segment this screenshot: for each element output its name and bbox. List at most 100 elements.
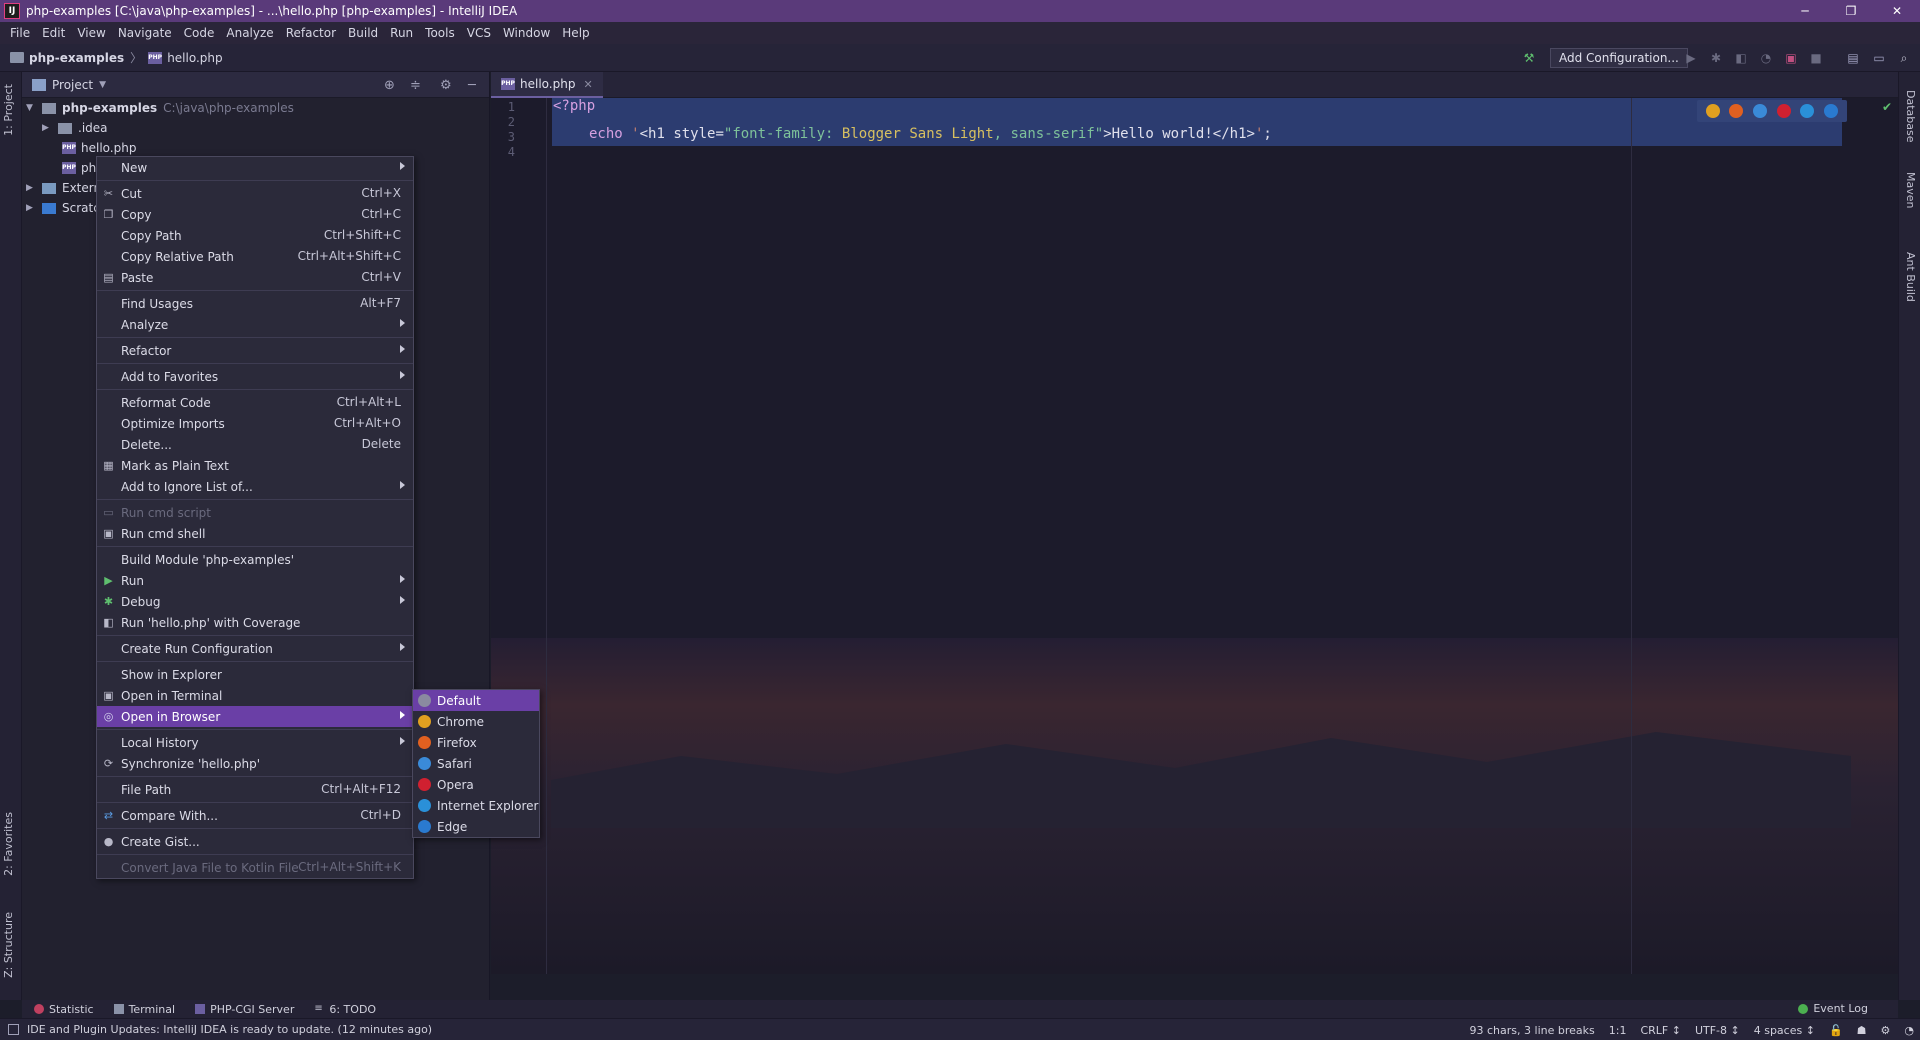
caret-position[interactable]: 1:1 (1609, 1024, 1627, 1037)
menu-tools[interactable]: Tools (419, 26, 461, 40)
browser-item-safari[interactable]: Safari (413, 753, 539, 774)
menu-item-mark-as-plain-text[interactable]: ▦ Mark as Plain Text (97, 455, 413, 476)
debug-icon[interactable]: ✱ (1709, 51, 1723, 65)
chrome-icon[interactable] (1705, 104, 1720, 118)
menu-view[interactable]: View (71, 26, 111, 40)
menu-item-run-cmd-shell[interactable]: ▣ Run cmd shell (97, 523, 413, 544)
menu-item-compare-with[interactable]: ⇄ Compare With... Ctrl+D (97, 805, 413, 826)
menu-item-paste[interactable]: ▤ Paste Ctrl+V (97, 267, 413, 288)
favorites-tool-tab[interactable]: 2: Favorites (2, 812, 15, 876)
sdk-manager-icon[interactable]: ▭ (1872, 51, 1886, 65)
collapsed-arrow-icon[interactable]: ▶ (26, 203, 38, 213)
close-button[interactable]: ✕ (1874, 0, 1920, 22)
menu-item-find-usages[interactable]: Find Usages Alt+F7 (97, 293, 413, 314)
menu-file[interactable]: File (4, 26, 36, 40)
breadcrumb-file[interactable]: hello.php (167, 51, 222, 65)
inspection-ok-icon[interactable]: ✔ (1882, 100, 1892, 114)
ant-build-tool-tab[interactable]: Ant Build (1904, 252, 1917, 302)
encoding-selector[interactable]: UTF-8 ↕ (1695, 1024, 1740, 1037)
menu-item-optimize-imports[interactable]: Optimize Imports Ctrl+Alt+O (97, 413, 413, 434)
locate-file-icon[interactable]: ⊕ (384, 78, 395, 93)
safari-icon[interactable] (1753, 104, 1768, 118)
todo-tool-tab[interactable]: ≡ 6: TODO (314, 1003, 376, 1016)
menu-item-open-in-browser[interactable]: ◎ Open in Browser (97, 706, 413, 727)
browser-item-chrome[interactable]: Chrome (413, 711, 539, 732)
stop-icon[interactable]: ■ (1809, 51, 1823, 65)
maven-tool-tab[interactable]: Maven (1904, 172, 1917, 208)
coverage-icon[interactable]: ◧ (1734, 51, 1748, 65)
code-editor[interactable]: 1 2 3 4 <?php echo '<h1 style="font-fami… (491, 98, 1898, 974)
menu-item-delete[interactable]: Delete... Delete (97, 434, 413, 455)
menu-item-open-in-terminal[interactable]: ▣ Open in Terminal (97, 685, 413, 706)
php-cgi-server-tool-tab[interactable]: PHP-CGI Server (195, 1003, 294, 1016)
collapse-all-icon[interactable]: ≑ (410, 78, 421, 93)
browser-item-firefox[interactable]: Firefox (413, 732, 539, 753)
menu-item-new[interactable]: New (97, 157, 413, 178)
database-tool-tab[interactable]: Database (1904, 90, 1917, 143)
menu-build[interactable]: Build (342, 26, 384, 40)
chevron-down-icon[interactable]: ▼ (99, 80, 106, 90)
terminal-tool-tab[interactable]: Terminal (113, 1003, 175, 1016)
menu-item-refactor[interactable]: Refactor (97, 340, 413, 361)
browser-item-internet-explorer[interactable]: Internet Explorer (413, 795, 539, 816)
hide-panel-icon[interactable]: ─ (468, 78, 476, 93)
tab-hello-php[interactable]: PHP hello.php ✕ (491, 72, 603, 98)
run-icon[interactable]: ▶ (1684, 51, 1698, 65)
breadcrumb-project[interactable]: php-examples (29, 51, 124, 65)
build-artifact-icon[interactable]: ▣ (1784, 51, 1798, 65)
tree-item-idea[interactable]: ▶ .idea (42, 118, 108, 138)
menu-item-create-run-configuration[interactable]: Create Run Configuration (97, 638, 413, 659)
browser-item-default[interactable]: Default (413, 690, 539, 711)
search-icon[interactable]: ⌕ (1897, 51, 1911, 65)
minimize-button[interactable]: ─ (1782, 0, 1828, 22)
menu-item-add-to-ignore-list[interactable]: Add to Ignore List of... (97, 476, 413, 497)
opera-icon[interactable] (1776, 104, 1791, 118)
menu-item-file-path[interactable]: File Path Ctrl+Alt+F12 (97, 779, 413, 800)
menu-item-analyze[interactable]: Analyze (97, 314, 413, 335)
add-configuration-button[interactable]: Add Configuration... (1550, 48, 1688, 68)
build-hammer-icon[interactable]: ⚒ (1522, 51, 1536, 65)
status-message[interactable]: IDE and Plugin Updates: IntelliJ IDEA is… (27, 1023, 432, 1036)
menu-item-copy-relative-path[interactable]: Copy Relative Path Ctrl+Alt+Shift+C (97, 246, 413, 267)
notification-icon[interactable]: ◔ (1904, 1024, 1914, 1037)
collapsed-arrow-icon[interactable]: ▶ (42, 123, 54, 133)
menu-navigate[interactable]: Navigate (112, 26, 178, 40)
menu-item-debug[interactable]: ✱ Debug (97, 591, 413, 612)
browser-item-opera[interactable]: Opera (413, 774, 539, 795)
maximize-button[interactable]: ❐ (1828, 0, 1874, 22)
menu-code[interactable]: Code (178, 26, 221, 40)
project-structure-icon[interactable]: ▤ (1846, 51, 1860, 65)
tree-item-scratches[interactable]: ▶ Scratcl (26, 198, 103, 218)
menu-item-build-module[interactable]: Build Module 'php-examples' (97, 549, 413, 570)
menu-help[interactable]: Help (556, 26, 595, 40)
menu-analyze[interactable]: Analyze (220, 26, 279, 40)
menu-item-add-to-favorites[interactable]: Add to Favorites (97, 366, 413, 387)
collapsed-arrow-icon[interactable]: ▶ (26, 183, 38, 193)
menu-item-show-in-explorer[interactable]: Show in Explorer (97, 664, 413, 685)
menu-item-run-with-coverage[interactable]: ◧ Run 'hello.php' with Coverage (97, 612, 413, 633)
menu-item-copy-path[interactable]: Copy Path Ctrl+Shift+C (97, 225, 413, 246)
project-tool-tab[interactable]: 1: Project (2, 84, 15, 136)
menu-item-local-history[interactable]: Local History (97, 732, 413, 753)
menu-item-cut[interactable]: ✂ Cut Ctrl+X (97, 183, 413, 204)
tree-item-php-examples[interactable]: ▼ php-examples C:\java\php-examples (26, 98, 294, 118)
expanded-arrow-icon[interactable]: ▼ (26, 103, 38, 113)
gear-icon[interactable]: ⚙ (440, 78, 452, 93)
menu-item-synchronize[interactable]: ⟳ Synchronize 'hello.php' (97, 753, 413, 774)
menu-item-copy[interactable]: ❐ Copy Ctrl+C (97, 204, 413, 225)
structure-tool-tab[interactable]: Z: Structure (2, 912, 15, 978)
profile-icon[interactable]: ◔ (1759, 51, 1773, 65)
lock-icon[interactable]: 🔓 (1829, 1024, 1843, 1037)
menu-edit[interactable]: Edit (36, 26, 71, 40)
menu-refactor[interactable]: Refactor (280, 26, 342, 40)
close-tab-icon[interactable]: ✕ (583, 78, 592, 91)
git-icon[interactable]: ⚙ (1881, 1024, 1891, 1037)
menu-vcs[interactable]: VCS (461, 26, 497, 40)
menu-item-reformat-code[interactable]: Reformat Code Ctrl+Alt+L (97, 392, 413, 413)
event-log-tab[interactable]: Event Log (1798, 1002, 1868, 1015)
tree-item-hello-php[interactable]: PHP hello.php (62, 138, 136, 158)
menu-window[interactable]: Window (497, 26, 556, 40)
menu-item-create-gist[interactable]: ● Create Gist... (97, 831, 413, 852)
internet-explorer-icon[interactable] (1800, 104, 1815, 118)
project-view-selector[interactable]: Project (52, 78, 93, 92)
